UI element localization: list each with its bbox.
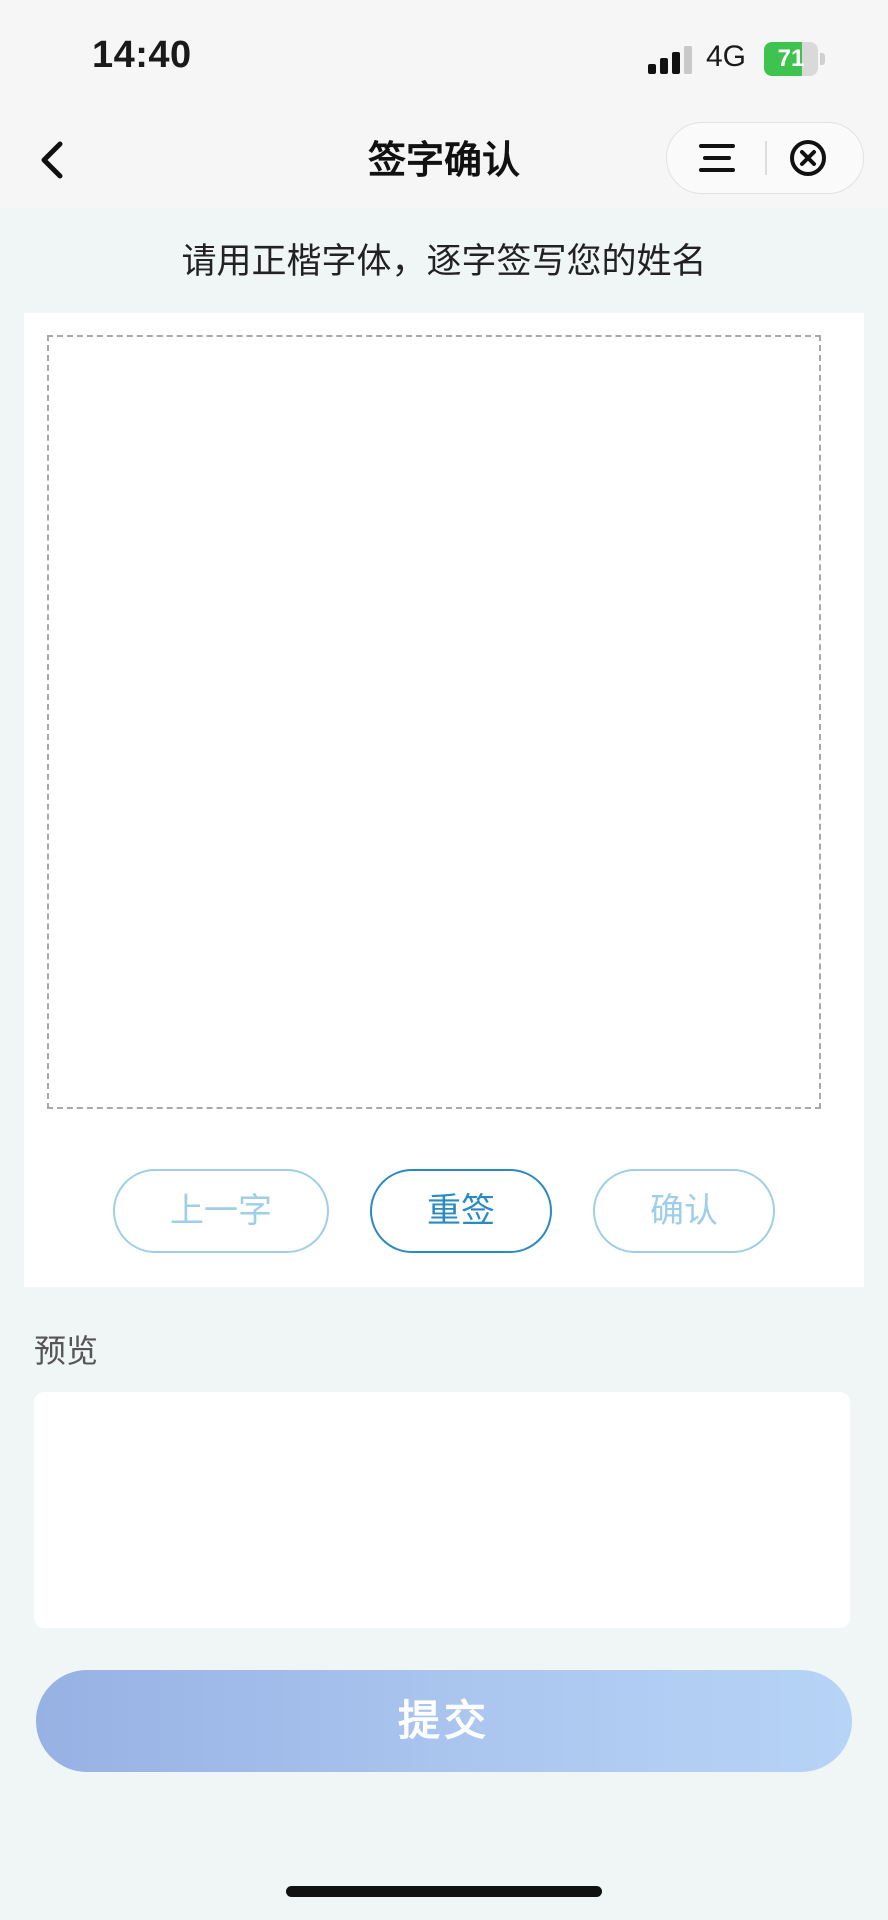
- battery-body: 71: [764, 42, 818, 76]
- close-button[interactable]: [783, 135, 833, 181]
- preview-box: [34, 1392, 850, 1628]
- network-label: 4G: [706, 40, 747, 73]
- battery-indicator: 71: [764, 42, 828, 76]
- signature-pad[interactable]: [47, 335, 821, 1109]
- status-bar: 14:40 4G 71: [0, 0, 888, 112]
- confirm-button[interactable]: 确认: [593, 1169, 775, 1253]
- battery-percent: 71: [777, 45, 805, 72]
- close-circle-icon: [790, 140, 826, 176]
- mini-program-capsule: [666, 122, 864, 194]
- menu-icon: [699, 144, 735, 172]
- nav-bar: 签字确认: [0, 112, 888, 208]
- status-time: 14:40: [92, 34, 192, 76]
- submit-button[interactable]: 提交: [36, 1670, 852, 1772]
- home-indicator: [286, 1886, 602, 1897]
- instruction-text: 请用正楷字体，逐字签写您的姓名: [181, 242, 707, 282]
- menu-button[interactable]: [689, 137, 745, 179]
- signature-panel: 上一字 重签 确认: [24, 313, 864, 1287]
- capsule-divider: [765, 141, 767, 175]
- signal-icon: [648, 46, 692, 74]
- back-button[interactable]: [26, 132, 82, 188]
- resign-button[interactable]: 重签: [370, 1169, 552, 1253]
- previous-char-button[interactable]: 上一字: [113, 1169, 329, 1253]
- preview-label: 预览: [34, 1332, 99, 1370]
- page-title: 签字确认: [367, 138, 520, 182]
- chevron-left-icon: [41, 141, 63, 179]
- battery-tip: [820, 53, 825, 65]
